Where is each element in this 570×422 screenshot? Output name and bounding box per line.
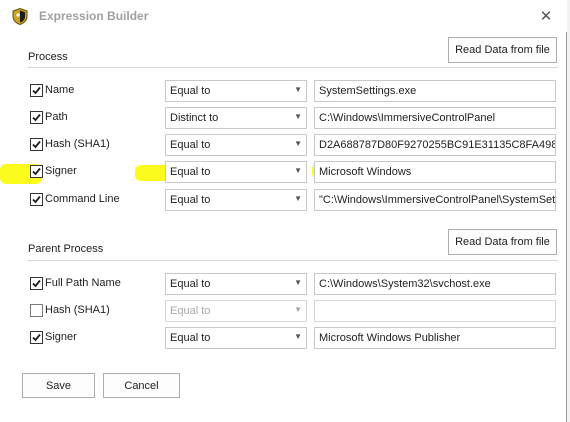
title-bar: Expression Builder ✕ <box>0 0 567 32</box>
operator-value: Equal to <box>170 139 211 151</box>
value-field[interactable]: Microsoft Windows <box>314 161 556 183</box>
checkbox-checked[interactable] <box>30 111 43 124</box>
chevron-down-icon: ▼ <box>294 332 302 341</box>
parent-process-section-label: Parent Process <box>28 243 104 255</box>
expression-builder-window: Expression Builder ✕ Read Data from file… <box>0 0 567 422</box>
chevron-down-icon: ▼ <box>294 166 302 175</box>
operator-dropdown[interactable]: Equal to ▼ <box>165 189 307 211</box>
chevron-down-icon: ▼ <box>294 278 302 287</box>
value-text: "C:\Windows\ImmersiveControlPanel\System… <box>319 194 556 206</box>
value-text: D2A688787D80F9270255BC91E31135C8FA4983 <box>319 139 556 151</box>
save-button[interactable]: Save <box>22 373 95 398</box>
condition-label[interactable]: Name <box>45 84 74 96</box>
condition-label[interactable]: Full Path Name <box>45 277 121 289</box>
checkbox-unchecked[interactable] <box>30 304 43 317</box>
value-field[interactable]: SystemSettings.exe <box>314 80 556 102</box>
chevron-down-icon: ▼ <box>294 194 302 203</box>
window-title: Expression Builder <box>39 9 149 23</box>
operator-value: Distinct to <box>170 112 219 124</box>
process-section-divider <box>28 67 558 68</box>
operator-dropdown[interactable]: Equal to ▼ <box>165 80 307 102</box>
checkbox-checked[interactable] <box>30 193 43 206</box>
chevron-down-icon: ▼ <box>294 139 302 148</box>
operator-dropdown[interactable]: Distinct to ▼ <box>165 107 307 129</box>
condition-row: Hash (SHA1) Equal to ▼ D2A688787D80F9270255… <box>0 134 567 160</box>
chevron-down-icon: ▼ <box>294 85 302 94</box>
chevron-down-icon: ▼ <box>294 305 302 314</box>
condition-label[interactable]: Path <box>45 111 68 123</box>
condition-row: Hash (SHA1) Equal to ▼ <box>0 300 567 326</box>
value-text: Microsoft Windows Publisher <box>319 332 461 344</box>
operator-dropdown[interactable]: Equal to ▼ <box>165 273 307 295</box>
value-field[interactable]: Microsoft Windows Publisher <box>314 327 556 349</box>
operator-value: Equal to <box>170 332 211 344</box>
value-text: C:\Windows\ImmersiveControlPanel <box>319 112 496 124</box>
operator-dropdown[interactable]: Equal to ▼ <box>165 134 307 156</box>
operator-dropdown[interactable]: Equal to ▼ <box>165 327 307 349</box>
value-text: C:\Windows\System32\svchost.exe <box>319 278 491 290</box>
condition-row: Name Equal to ▼ SystemSettings.exe <box>0 80 567 106</box>
value-field[interactable] <box>314 300 556 322</box>
checkbox-checked[interactable] <box>30 84 43 97</box>
value-field[interactable]: C:\Windows\System32\svchost.exe <box>314 273 556 295</box>
close-icon[interactable]: ✕ <box>536 7 556 27</box>
condition-label[interactable]: Command Line <box>45 193 120 205</box>
cancel-button[interactable]: Cancel <box>103 373 180 398</box>
operator-value: Equal to <box>170 278 211 290</box>
operator-value: Equal to <box>170 305 211 317</box>
checkbox-checked[interactable] <box>30 331 43 344</box>
condition-label[interactable]: Signer <box>45 165 77 177</box>
process-section-label: Process <box>28 51 68 63</box>
operator-dropdown[interactable]: Equal to ▼ <box>165 300 307 322</box>
checkbox-checked[interactable] <box>30 165 43 178</box>
process-read-data-button[interactable]: Read Data from file <box>448 37 557 63</box>
operator-value: Equal to <box>170 166 211 178</box>
value-field[interactable]: "C:\Windows\ImmersiveControlPanel\System… <box>314 189 556 211</box>
condition-row: Path Distinct to ▼ C:\Windows\ImmersiveCont… <box>0 107 567 133</box>
value-text: SystemSettings.exe <box>319 85 417 97</box>
parent-read-data-button[interactable]: Read Data from file <box>448 229 557 255</box>
condition-row: Signer Equal to ▼ Microsoft Windows <box>0 161 567 187</box>
condition-label[interactable]: Signer <box>45 331 77 343</box>
checkbox-checked[interactable] <box>30 138 43 151</box>
chevron-down-icon: ▼ <box>294 112 302 121</box>
condition-row: Full Path Name Equal to ▼ C:\Windows\System… <box>0 273 567 299</box>
value-text: Microsoft Windows <box>319 166 412 178</box>
condition-label[interactable]: Hash (SHA1) <box>45 138 110 150</box>
parent-process-section-divider <box>28 260 558 261</box>
value-field[interactable]: D2A688787D80F9270255BC91E31135C8FA4983 <box>314 134 556 156</box>
condition-row: Command Line Equal to ▼ "C:\Windows\Immersi… <box>0 189 567 215</box>
condition-row: Signer Equal to ▼ Microsoft Windows Publish… <box>0 327 567 353</box>
operator-value: Equal to <box>170 194 211 206</box>
operator-value: Equal to <box>170 85 211 97</box>
checkbox-checked[interactable] <box>30 277 43 290</box>
shield-app-icon <box>12 7 28 26</box>
condition-label[interactable]: Hash (SHA1) <box>45 304 110 316</box>
value-field[interactable]: C:\Windows\ImmersiveControlPanel <box>314 107 556 129</box>
operator-dropdown[interactable]: Equal to ▼ <box>165 161 307 183</box>
